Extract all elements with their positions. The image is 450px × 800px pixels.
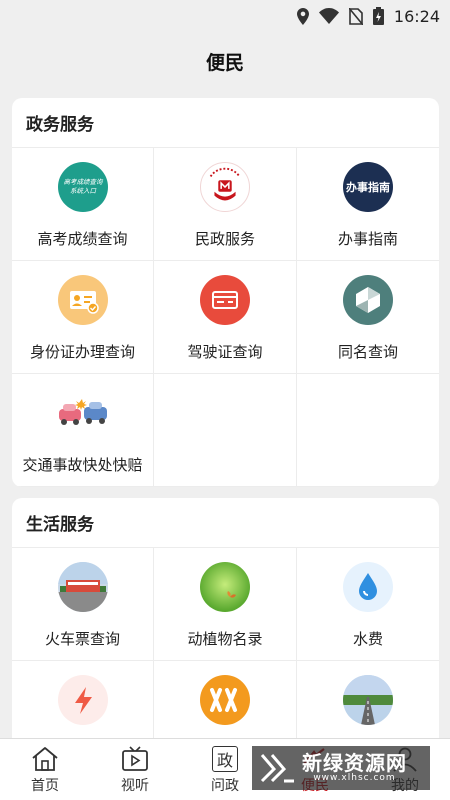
location-icon	[296, 7, 309, 25]
service-plant-animal[interactable]: 动植物名录	[154, 548, 297, 661]
electricity-icon	[57, 675, 108, 725]
driver-license-icon	[200, 275, 250, 325]
service-driver-license[interactable]: 驾驶证查询	[154, 261, 297, 374]
traffic-accident-icon	[54, 388, 111, 438]
watermark-url: www.xlhsc.com	[313, 773, 396, 783]
empty-cell	[154, 374, 297, 487]
same-name-icon	[343, 275, 393, 325]
service-label: 水费	[352, 630, 383, 648]
civil-affairs-icon	[200, 162, 250, 212]
road-icon	[343, 675, 393, 725]
service-label: 同名查询	[337, 343, 398, 361]
watermark-logo-icon	[260, 754, 294, 783]
train-station-icon	[57, 562, 108, 612]
service-label: 交通事故快处快赔	[22, 456, 143, 474]
service-civil-affairs[interactable]: 民政服务	[154, 148, 297, 261]
watermark-text: 新绿资源网	[302, 751, 407, 775]
section-title: 生活服务	[12, 498, 439, 548]
id-card-icon	[57, 275, 108, 325]
watermark: 新绿资源网 www.xlhsc.com	[252, 746, 430, 790]
service-id-card[interactable]: 身份证办理查询	[12, 261, 154, 374]
service-label: 高考成绩查询	[37, 230, 128, 248]
empty-cell	[297, 374, 439, 487]
tab-audiovisual[interactable]: 视听	[90, 739, 180, 800]
service-label: 办事指南	[337, 230, 398, 248]
service-traffic-accident[interactable]: 交通事故快处快赔	[12, 374, 154, 487]
tab-label: 首页	[31, 777, 59, 794]
gov-services-card: 政务服务 高考成绩查询 系统入口 高考成绩查询 民政服务 办事指南 办事指南 身份…	[12, 98, 439, 487]
home-icon	[30, 745, 60, 773]
battery-icon	[372, 7, 384, 25]
clock: 16:24	[393, 6, 440, 26]
service-label: 动植物名录	[187, 630, 263, 648]
tab-label: 视听	[121, 777, 149, 794]
status-bar: 16:24	[0, 0, 450, 32]
service-label: 身份证办理查询	[29, 343, 135, 361]
service-label: 民政服务	[194, 230, 255, 248]
svg-text:高考成绩查询: 高考成绩查询	[63, 178, 104, 186]
service-guide[interactable]: 办事指南 办事指南	[297, 148, 439, 261]
plant-animal-icon	[200, 562, 250, 612]
water-drop-icon	[343, 562, 393, 612]
service-label: 驾驶证查询	[187, 343, 263, 361]
tab-label: 问政	[211, 777, 239, 794]
service-label: 火车票查询	[44, 630, 120, 648]
service-train-ticket[interactable]: 火车票查询	[12, 548, 154, 661]
svg-text:系统入口: 系统入口	[70, 187, 97, 195]
service-water-fee[interactable]: 水费	[297, 548, 439, 661]
tab-home[interactable]: 首页	[0, 739, 90, 800]
gas-icon	[200, 675, 250, 725]
wifi-icon	[318, 8, 339, 24]
page-title: 便民	[205, 51, 244, 74]
politics-icon: 政	[212, 745, 238, 773]
service-same-name[interactable]: 同名查询	[297, 261, 439, 374]
exam-score-icon: 高考成绩查询 系统入口	[57, 162, 108, 212]
no-sim-icon	[348, 7, 363, 25]
service-exam-score[interactable]: 高考成绩查询 系统入口 高考成绩查询	[12, 148, 154, 261]
section-title: 政务服务	[12, 98, 439, 148]
service-guide-icon: 办事指南	[343, 162, 393, 212]
tv-icon	[120, 745, 150, 773]
